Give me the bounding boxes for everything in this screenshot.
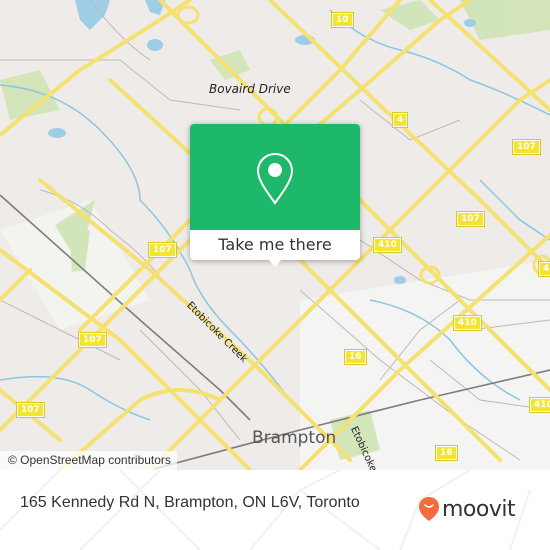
route-shield-16: 16 <box>344 349 367 365</box>
map-attribution[interactable]: © OpenStreetMap contributors <box>0 451 177 470</box>
road-label-bovaird-drive: Bovaird Drive <box>209 82 291 96</box>
moovit-wordmark: moovit <box>442 496 516 522</box>
city-label-brampton: Brampton <box>252 428 337 448</box>
map-view[interactable]: 10 4 107 107 410 4 107 107 107 410 16 41… <box>0 0 550 470</box>
route-shield-16: 16 <box>435 445 458 461</box>
route-shield-410: 410 <box>373 237 402 253</box>
popup-header <box>190 124 360 230</box>
route-shield-107: 107 <box>16 402 45 418</box>
location-pin-icon <box>256 152 294 205</box>
route-shield-107: 107 <box>512 139 541 155</box>
route-shield-107: 107 <box>456 211 485 227</box>
address-text: 165 Kennedy Rd N, Brampton, ON L6V, Toro… <box>20 494 360 511</box>
route-shield-4: 4 <box>391 112 409 128</box>
location-popup: Take me there <box>190 124 360 267</box>
route-shield-10: 10 <box>331 12 354 28</box>
route-shield-4: 4 <box>537 261 550 277</box>
route-shield-107: 107 <box>78 332 107 348</box>
moovit-pin-icon <box>419 497 439 521</box>
popup-pointer <box>267 258 283 267</box>
route-shield-107: 107 <box>148 242 177 258</box>
route-shield-410: 410 <box>453 315 482 331</box>
footer: 165 Kennedy Rd N, Brampton, ON L6V, Toro… <box>0 470 550 550</box>
take-me-there-button[interactable]: Take me there <box>190 230 360 260</box>
route-shield-410: 410 <box>529 397 550 413</box>
moovit-logo: moovit <box>418 496 516 522</box>
